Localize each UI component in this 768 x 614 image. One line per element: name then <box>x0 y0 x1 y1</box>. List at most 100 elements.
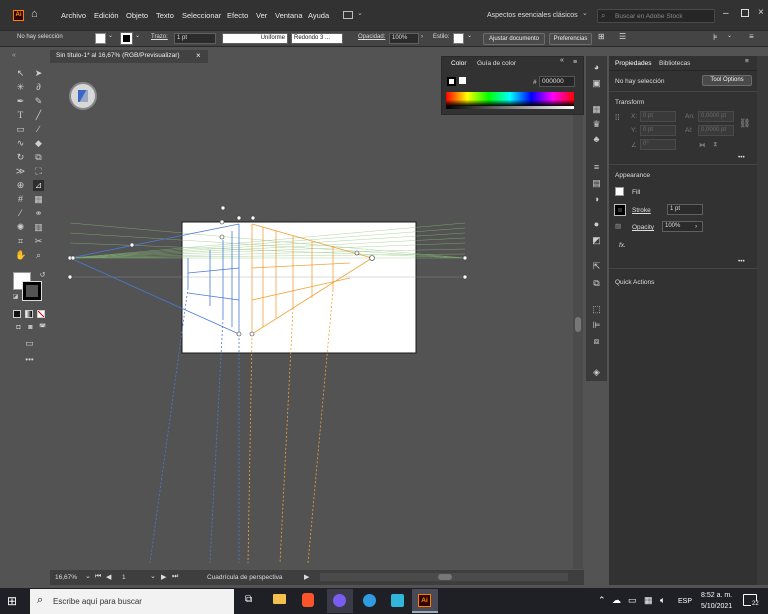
opacity-field[interactable]: 100% <box>389 33 419 44</box>
screen-mode-icon[interactable]: ▭ <box>24 338 35 349</box>
clock-date[interactable]: 5/10/2021 <box>701 603 732 610</box>
artboard-tool-icon[interactable]: ⌗ <box>15 236 26 247</box>
prev-artboard-icon[interactable]: ◀ <box>106 573 111 581</box>
color-fill-stroke-icon[interactable] <box>447 77 456 86</box>
stroke-weight-field[interactable]: 1 pt <box>174 33 216 44</box>
color-white-black-bar[interactable] <box>446 106 574 109</box>
magic-wand-icon[interactable]: ✳ <box>15 82 26 93</box>
eraser-icon[interactable]: ◆ <box>33 138 44 149</box>
draw-inside-icon[interactable]: ◚ <box>37 322 48 333</box>
column-graph-icon[interactable]: ▥ <box>33 222 44 233</box>
file-explorer-icon[interactable] <box>273 594 286 604</box>
menu-edicion[interactable]: Edición <box>94 11 119 20</box>
direct-selection-tool-icon[interactable]: ➤ <box>33 68 44 79</box>
menu-ver[interactable]: Ver <box>256 11 267 20</box>
menu-efecto[interactable]: Efecto <box>227 11 248 20</box>
scale-tool-icon[interactable]: ⧉ <box>33 152 44 163</box>
app-icon[interactable] <box>391 594 404 607</box>
brushes-icon[interactable]: ♛ <box>591 119 602 130</box>
perspective-plane-widget[interactable] <box>69 82 97 110</box>
more-options-icon[interactable]: ••• <box>738 154 745 161</box>
selection-tool-icon[interactable]: ↖ <box>15 68 26 79</box>
toolbar-collapse-icon[interactable]: « <box>12 52 16 59</box>
color-spectrum[interactable] <box>446 92 574 106</box>
tab-libraries[interactable]: Bibliotecas <box>659 60 690 67</box>
lasso-icon[interactable]: ∂ <box>33 82 44 93</box>
workspace-switcher[interactable]: Aspectos esenciales clásicos <box>487 12 578 19</box>
scroll-thumb[interactable] <box>575 317 581 332</box>
stroke-panel-icon[interactable]: ≡ <box>591 162 602 173</box>
stroke-swatch[interactable] <box>614 204 626 216</box>
constrain-link-icon[interactable]: ⛓ <box>739 118 750 129</box>
illustrator-taskbar-icon[interactable]: Ai <box>412 589 438 613</box>
chevron-down-icon[interactable]: ⌄ <box>582 9 588 17</box>
layers-icon[interactable]: ◈ <box>591 367 602 378</box>
stock-search-input[interactable]: ⌕ Buscar en Adobe Stock <box>597 9 715 23</box>
symbols-icon[interactable]: ♣ <box>591 134 602 145</box>
home-icon[interactable]: ⌂ <box>31 8 44 20</box>
zoom-tool-icon[interactable]: ⌕ <box>33 250 44 261</box>
zoom-level[interactable]: 16,67% <box>55 574 77 581</box>
artboard-number[interactable]: 1 <box>122 574 126 581</box>
hand-tool-icon[interactable]: ✋ <box>15 250 26 261</box>
close-tab-icon[interactable]: × <box>196 51 201 60</box>
edge-icon[interactable] <box>363 594 376 607</box>
align-panel-icon[interactable]: ⊫ <box>591 320 602 331</box>
panel-menu-icon[interactable]: ≡ <box>573 59 577 66</box>
none-mode-icon[interactable] <box>37 310 45 318</box>
hex-input[interactable]: 000000 <box>539 76 575 87</box>
last-artboard-icon[interactable]: ⏭ <box>172 573 178 581</box>
pathfinder-icon[interactable]: ⧈ <box>591 336 602 347</box>
mesh-tool-icon[interactable]: # <box>15 194 26 205</box>
swatches-icon[interactable]: ▦ <box>591 104 602 115</box>
blend-tool-icon[interactable]: ⚭ <box>33 208 44 219</box>
scroll-thumb[interactable] <box>438 574 452 580</box>
appearance-icon[interactable]: ● <box>591 219 602 230</box>
collapse-icon[interactable]: « <box>560 57 564 64</box>
height-field[interactable]: 0,0000 pt <box>698 125 734 136</box>
close-icon[interactable]: × <box>758 7 764 18</box>
minimize-icon[interactable]: – <box>723 8 729 19</box>
paintbrush-icon[interactable]: ∕ <box>33 124 44 135</box>
tool-options-button[interactable]: Tool Options <box>702 75 752 86</box>
reference-point-icon[interactable]: ⁞⁞ <box>615 113 627 125</box>
slice-tool-icon[interactable]: ✂ <box>33 236 44 247</box>
color-mode-icon[interactable] <box>13 310 21 318</box>
chevron-right-icon[interactable]: ▶ <box>304 573 309 581</box>
preferences-button[interactable]: Preferencias <box>549 33 592 45</box>
onedrive-icon[interactable]: ☁ <box>612 595 621 606</box>
panel-menu-icon[interactable]: ≡ <box>749 32 754 41</box>
gradient-tool-icon[interactable]: ▦ <box>33 194 44 205</box>
maximize-icon[interactable] <box>741 9 749 17</box>
clock-time[interactable]: 8:52 a. m. <box>701 592 732 599</box>
document-tab[interactable]: Sin título-1* al 16,67% (RGB/Previsualiz… <box>50 50 208 63</box>
stroke-label[interactable]: Stroke <box>632 207 651 214</box>
chevron-down-icon[interactable]: ⌄ <box>85 572 91 580</box>
graphic-styles-icon[interactable]: ◩ <box>591 235 602 246</box>
perspective-grid-icon[interactable]: ⊿ <box>33 180 44 191</box>
opacity-label[interactable]: Opacity <box>632 224 654 231</box>
chevron-down-icon[interactable]: ⌄ <box>727 32 732 39</box>
swap-colors-icon[interactable]: ↺ <box>37 270 48 281</box>
flip-horizontal-icon[interactable]: ⧓ <box>699 141 706 149</box>
symbol-sprayer-icon[interactable]: ✺ <box>15 222 26 233</box>
gradient-panel-icon[interactable]: ▤ <box>591 178 602 189</box>
width-tool-icon[interactable]: ≫ <box>15 166 26 177</box>
chevron-down-icon[interactable]: ⌄ <box>467 32 472 39</box>
transform-panel-icon[interactable]: ⬚ <box>591 304 602 315</box>
brush-select[interactable]: Redondo 3 ... <box>291 33 343 44</box>
more-options-icon[interactable]: ••• <box>738 258 745 265</box>
pen-tool-icon[interactable]: ✒ <box>15 96 26 107</box>
y-field[interactable]: 0 pt <box>640 125 676 136</box>
panel-menu-icon[interactable]: ≡ <box>745 58 749 65</box>
taskbar-search-box[interactable]: ⌕ Escribe aquí para buscar <box>30 589 234 614</box>
style-swatch[interactable] <box>453 33 464 44</box>
language-indicator[interactable]: ESP <box>678 598 692 605</box>
eyedropper-icon[interactable]: ⁄ <box>15 208 26 219</box>
perspective-canvas[interactable] <box>50 63 584 569</box>
asset-export-icon[interactable]: ⧉ <box>591 278 602 289</box>
chevron-down-icon[interactable]: ⌄ <box>150 572 156 580</box>
menu-objeto[interactable]: Objeto <box>126 11 148 20</box>
chevron-down-icon[interactable]: ⌄ <box>357 9 363 17</box>
fx-button[interactable]: fx. <box>619 242 626 249</box>
